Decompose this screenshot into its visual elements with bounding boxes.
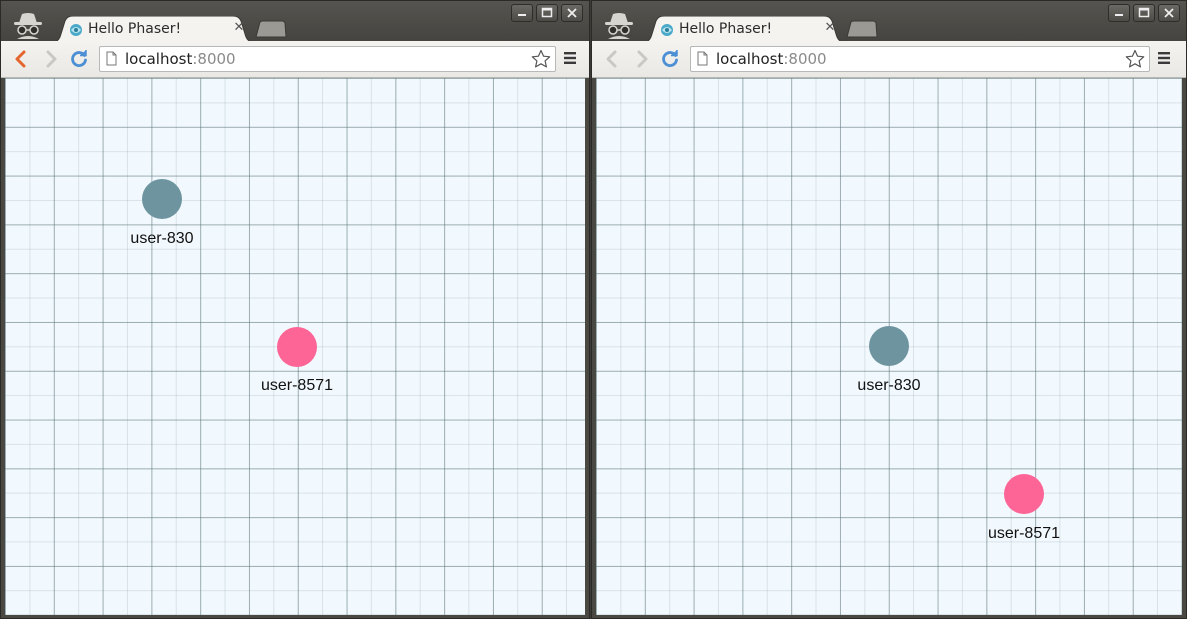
player-label-user-8571: user-8571 bbox=[260, 377, 334, 394]
browser-toolbar: localhost:8000 bbox=[592, 41, 1186, 78]
forward-button[interactable] bbox=[41, 49, 61, 69]
bookmark-star-icon[interactable] bbox=[531, 49, 551, 69]
minimize-icon bbox=[518, 14, 526, 16]
page-icon bbox=[106, 51, 117, 66]
forward-button[interactable] bbox=[632, 49, 652, 69]
address-bar[interactable]: localhost:8000 bbox=[690, 46, 1150, 72]
window-controls bbox=[511, 4, 583, 22]
close-window-button[interactable] bbox=[1158, 4, 1180, 22]
url-port: :8000 bbox=[192, 50, 236, 68]
url-host: localhost bbox=[125, 50, 193, 68]
maximize-icon bbox=[1138, 7, 1150, 18]
game-canvas[interactable]: user-830 user-8571 bbox=[5, 78, 585, 615]
page-icon bbox=[697, 51, 708, 66]
player-avatar-user-830 bbox=[869, 326, 909, 366]
window-controls bbox=[1108, 4, 1180, 22]
maximize-icon bbox=[541, 7, 553, 18]
incognito-icon bbox=[605, 13, 633, 39]
phaser-favicon-icon bbox=[661, 24, 673, 36]
phaser-favicon-icon bbox=[70, 24, 82, 36]
player-label-user-8571: user-8571 bbox=[987, 525, 1061, 542]
back-button[interactable] bbox=[11, 49, 31, 69]
player-avatar-user-830 bbox=[142, 179, 182, 219]
bookmark-star-icon[interactable] bbox=[1125, 49, 1145, 69]
player-label-user-830: user-830 bbox=[130, 230, 194, 247]
new-tab-button[interactable] bbox=[254, 20, 288, 38]
address-bar[interactable]: localhost:8000 bbox=[99, 46, 556, 72]
player-label-user-830: user-830 bbox=[857, 377, 921, 394]
new-tab-button[interactable] bbox=[845, 20, 879, 38]
reload-button[interactable] bbox=[69, 49, 89, 69]
tab-hello-phaser[interactable]: Hello Phaser! ✕ bbox=[53, 16, 253, 42]
maximize-button[interactable] bbox=[1133, 4, 1155, 22]
browser-toolbar: localhost:8000 bbox=[1, 41, 589, 78]
close-window-button[interactable] bbox=[561, 4, 583, 22]
close-icon bbox=[1164, 8, 1174, 18]
title-bar: Hello Phaser! ✕ bbox=[1, 1, 589, 42]
tab-title: Hello Phaser! bbox=[679, 21, 773, 37]
menu-icon[interactable] bbox=[563, 51, 577, 65]
url-text: localhost:8000 bbox=[125, 50, 236, 68]
browser-window-left: Hello Phaser! ✕ localhost:8000 user-830 … bbox=[0, 0, 590, 619]
tab-close-icon[interactable]: ✕ bbox=[232, 20, 246, 36]
maximize-button[interactable] bbox=[536, 4, 558, 22]
tab-close-icon[interactable]: ✕ bbox=[823, 20, 837, 36]
minimize-icon bbox=[1115, 14, 1123, 16]
back-button[interactable] bbox=[602, 49, 622, 69]
player-avatar-user-8571 bbox=[277, 327, 317, 367]
reload-button[interactable] bbox=[660, 49, 680, 69]
minimize-button[interactable] bbox=[511, 4, 533, 22]
minimize-button[interactable] bbox=[1108, 4, 1130, 22]
incognito-icon bbox=[14, 13, 42, 39]
title-bar: Hello Phaser! ✕ bbox=[592, 1, 1186, 42]
browser-window-right: Hello Phaser! ✕ localhost:8000 user-830 … bbox=[591, 0, 1187, 619]
game-canvas[interactable]: user-830 user-8571 bbox=[596, 78, 1182, 615]
tab-hello-phaser[interactable]: Hello Phaser! ✕ bbox=[644, 16, 844, 42]
player-avatar-user-8571 bbox=[1004, 474, 1044, 514]
menu-icon[interactable] bbox=[1157, 51, 1171, 65]
url-host: localhost bbox=[716, 50, 784, 68]
tab-title: Hello Phaser! bbox=[88, 21, 182, 37]
url-port: :8000 bbox=[783, 50, 827, 68]
url-text: localhost:8000 bbox=[716, 50, 827, 68]
close-icon bbox=[567, 8, 577, 18]
